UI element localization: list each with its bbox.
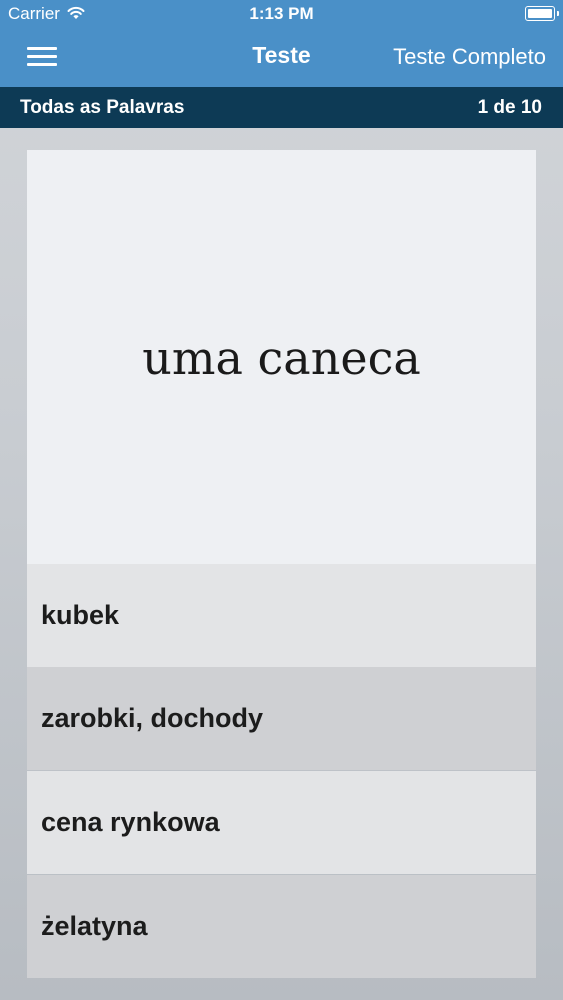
navigation-bar: Teste Teste Completo [0, 28, 563, 87]
progress-counter: 1 de 10 [477, 97, 542, 118]
hamburger-menu-icon[interactable] [27, 45, 57, 69]
question-panel: uma caneca [27, 150, 536, 564]
quiz-card: uma caneca kubek zarobki, dochody cena r… [27, 150, 536, 978]
answer-option-2[interactable]: zarobki, dochody [27, 667, 536, 770]
answer-option-3[interactable]: cena rynkowa [27, 771, 536, 874]
answer-option-1[interactable]: kubek [27, 564, 536, 667]
answer-option-4[interactable]: żelatyna [27, 875, 536, 978]
full-test-button[interactable]: Teste Completo [393, 44, 546, 70]
battery-icon [525, 6, 559, 21]
quiz-sub-header: Todas as Palavras 1 de 10 [0, 87, 563, 128]
question-text: uma caneca [142, 331, 421, 385]
status-time: 1:13 PM [249, 4, 314, 23]
status-bar: Carrier 1:13 PM [0, 0, 563, 28]
category-label: Todas as Palavras [20, 97, 185, 118]
